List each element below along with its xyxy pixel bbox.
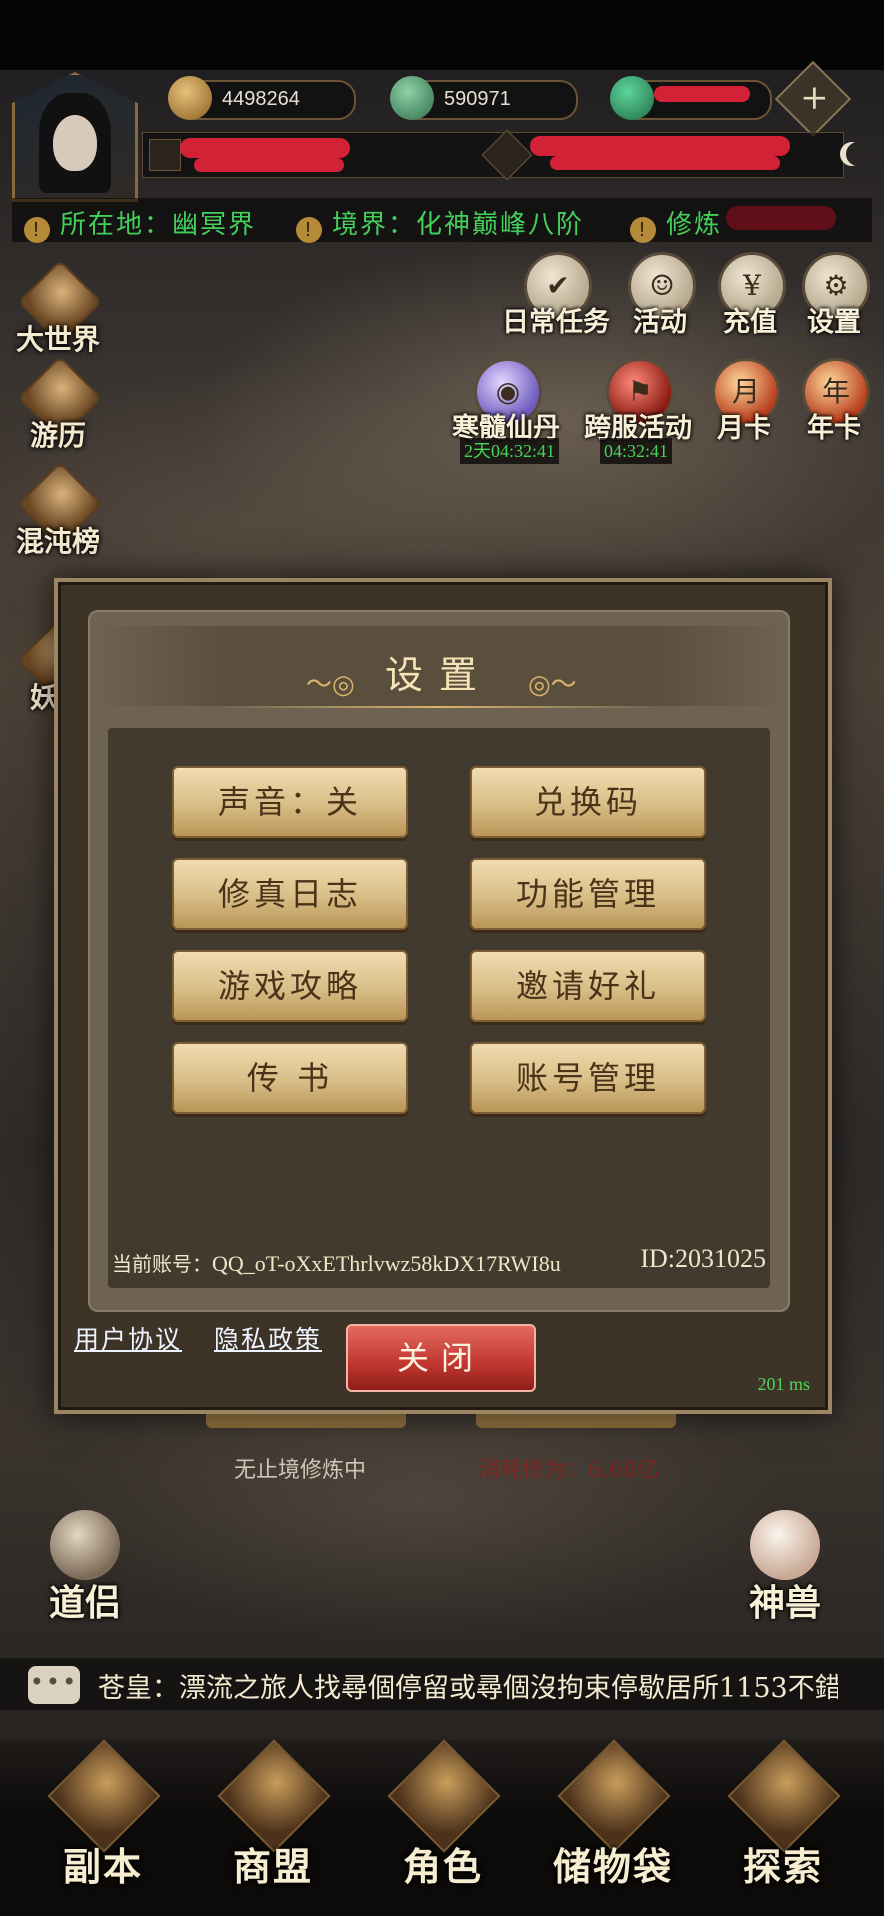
account-value: QQ_oT-oXxEThrlvwz58kDX17RWI8u (212, 1251, 561, 1276)
cultivation-cost-text: 消耗修为：6.68亿 (478, 1458, 659, 1483)
daily-tasks-button[interactable]: ✔ 日常任务 (502, 252, 610, 352)
redaction-mark (194, 158, 344, 172)
privacy-policy-link[interactable]: 隐私政策 (214, 1320, 322, 1356)
left-menu-label: 混沌榜 (15, 525, 100, 558)
cultivation-status-text: 无止境修炼中 (234, 1458, 367, 1483)
settings-dialog: 〜◎ 设置 ◎〜 声音：关 兑换码 修真日志 功能管理 游戏攻略 邀请好礼 传 … (54, 578, 832, 1414)
chat-bubble-icon[interactable]: ••• (28, 1666, 80, 1704)
redaction-mark (654, 86, 750, 102)
realm-text: 境界：化神巅峰八阶 (332, 210, 585, 240)
message-button[interactable]: 传 书 (172, 1042, 408, 1114)
companion-button[interactable]: 道侣 (20, 1510, 150, 1630)
feature-management-button[interactable]: 功能管理 (470, 858, 706, 930)
annual-card-button[interactable]: 年 年卡 (790, 358, 878, 458)
left-menu-travel[interactable]: 游历 (10, 355, 106, 458)
sound-toggle-button[interactable]: 声音：关 (172, 766, 408, 838)
status-bar (0, 0, 884, 70)
annual-card-label: 年卡 (807, 413, 861, 444)
alert-icon: ! (630, 217, 656, 243)
account-label: 当前账号： (112, 1252, 212, 1276)
location-text: 所在地：幽冥界 (60, 210, 257, 240)
current-account: 当前账号：QQ_oT-oXxEThrlvwz58kDX17RWI8u ID:20… (112, 1244, 772, 1277)
divine-beast-label: 神兽 (748, 1582, 821, 1624)
chat-ticker[interactable]: ••• 苍皇：漂流之旅人找尋個停留或尋個沒拘束停歇居所1153不錯 (0, 1658, 884, 1710)
nav-dungeon[interactable]: 副本 (18, 1739, 188, 1902)
nav-label: 储物袋 (552, 1844, 673, 1889)
realm-info: ! 境界：化神巅峰八阶 (296, 204, 584, 243)
left-menu-world[interactable]: 大世界 (10, 259, 106, 362)
close-button[interactable]: 关闭 (346, 1324, 536, 1392)
left-menu-ranking[interactable]: 混沌榜 (10, 461, 106, 564)
ping-latency: 201 ms (757, 1374, 810, 1394)
alert-icon: ! (296, 217, 322, 243)
nav-storage[interactable]: 储物袋 (528, 1739, 698, 1902)
title-divider (218, 706, 660, 708)
user-id: ID:2031025 (640, 1244, 766, 1273)
settings-button[interactable]: ⚙ 设置 (790, 252, 878, 352)
cross-server-timer: 04:32:41 (600, 438, 673, 464)
jade-icon (390, 76, 434, 120)
nav-label: 探索 (742, 1844, 823, 1889)
nav-label: 角色 (402, 1844, 483, 1889)
beast-icon (750, 1510, 820, 1580)
avatar[interactable] (12, 72, 138, 202)
cultivation-info: ! 修炼 (630, 204, 722, 243)
game-guide-button[interactable]: 游戏攻略 (172, 950, 408, 1022)
cultivation-log-button[interactable]: 修真日志 (172, 858, 408, 930)
plus-icon: + (800, 77, 829, 118)
chat-message: 苍皇：漂流之旅人找尋個停留或尋個沒拘束停歇居所1153不錯 (98, 1673, 838, 1704)
settings-content: 声音：关 兑换码 修真日志 功能管理 游戏攻略 邀请好礼 传 书 账号管理 当前… (108, 728, 770, 1288)
add-currency-button[interactable]: + (774, 60, 852, 138)
gold-resource: 4498264 (168, 76, 356, 120)
settings-label: 设置 (807, 307, 861, 338)
account-management-button[interactable]: 账号管理 (470, 1042, 706, 1114)
jade-resource: 590971 (390, 76, 578, 120)
avatar-face (53, 115, 97, 171)
elixir-timer: 2天04:32:41 (460, 438, 560, 464)
nav-label: 副本 (62, 1844, 143, 1889)
redaction-mark (550, 156, 780, 170)
left-menu-label: 游历 (29, 419, 86, 452)
gold-value: 4498264 (222, 88, 300, 110)
gold-ingot-icon (168, 76, 212, 120)
redaction-mark (180, 138, 350, 158)
invite-rewards-button[interactable]: 邀请好礼 (470, 950, 706, 1022)
redaction-mark (530, 136, 790, 156)
nav-explore[interactable]: 探索 (698, 1739, 868, 1902)
left-menu-label: 大世界 (15, 323, 100, 356)
dialog-title: 设置 (384, 653, 493, 697)
location-info: ! 所在地：幽冥界 (24, 204, 256, 243)
divine-beast-button[interactable]: 神兽 (720, 1510, 850, 1630)
nav-character[interactable]: 角色 (358, 1739, 528, 1902)
jade-value: 590971 (444, 88, 511, 110)
title-ornament-right: ◎〜 (528, 670, 577, 700)
dialog-panel: 〜◎ 设置 ◎〜 声音：关 兑换码 修真日志 功能管理 游戏攻略 邀请好礼 传 … (88, 610, 790, 1312)
currency-icon (610, 76, 654, 120)
companion-label: 道侣 (48, 1582, 121, 1624)
flame-icon (481, 129, 533, 181)
nav-label: 商盟 (232, 1844, 313, 1889)
cultivation-text: 修炼 (666, 210, 723, 240)
companion-icon (50, 1510, 120, 1580)
redeem-code-button[interactable]: 兑换码 (470, 766, 706, 838)
bottom-nav: 副本 商盟 角色 储物袋 探索 (0, 1739, 884, 1916)
sword-icon (149, 139, 181, 171)
alert-icon: ! (24, 217, 50, 243)
game-screen: 4498264 590971 + ! 所在地：幽冥界 ! 境界：化神巅峰八阶 ! 修炼… (0, 0, 884, 1916)
status-info-bar: ! 所在地：幽冥界 ! 境界：化神巅峰八阶 ! 修炼 (12, 198, 872, 243)
nav-guild[interactable]: 商盟 (188, 1739, 358, 1902)
user-agreement-link[interactable]: 用户协议 (74, 1320, 182, 1356)
moon-icon (846, 142, 870, 166)
